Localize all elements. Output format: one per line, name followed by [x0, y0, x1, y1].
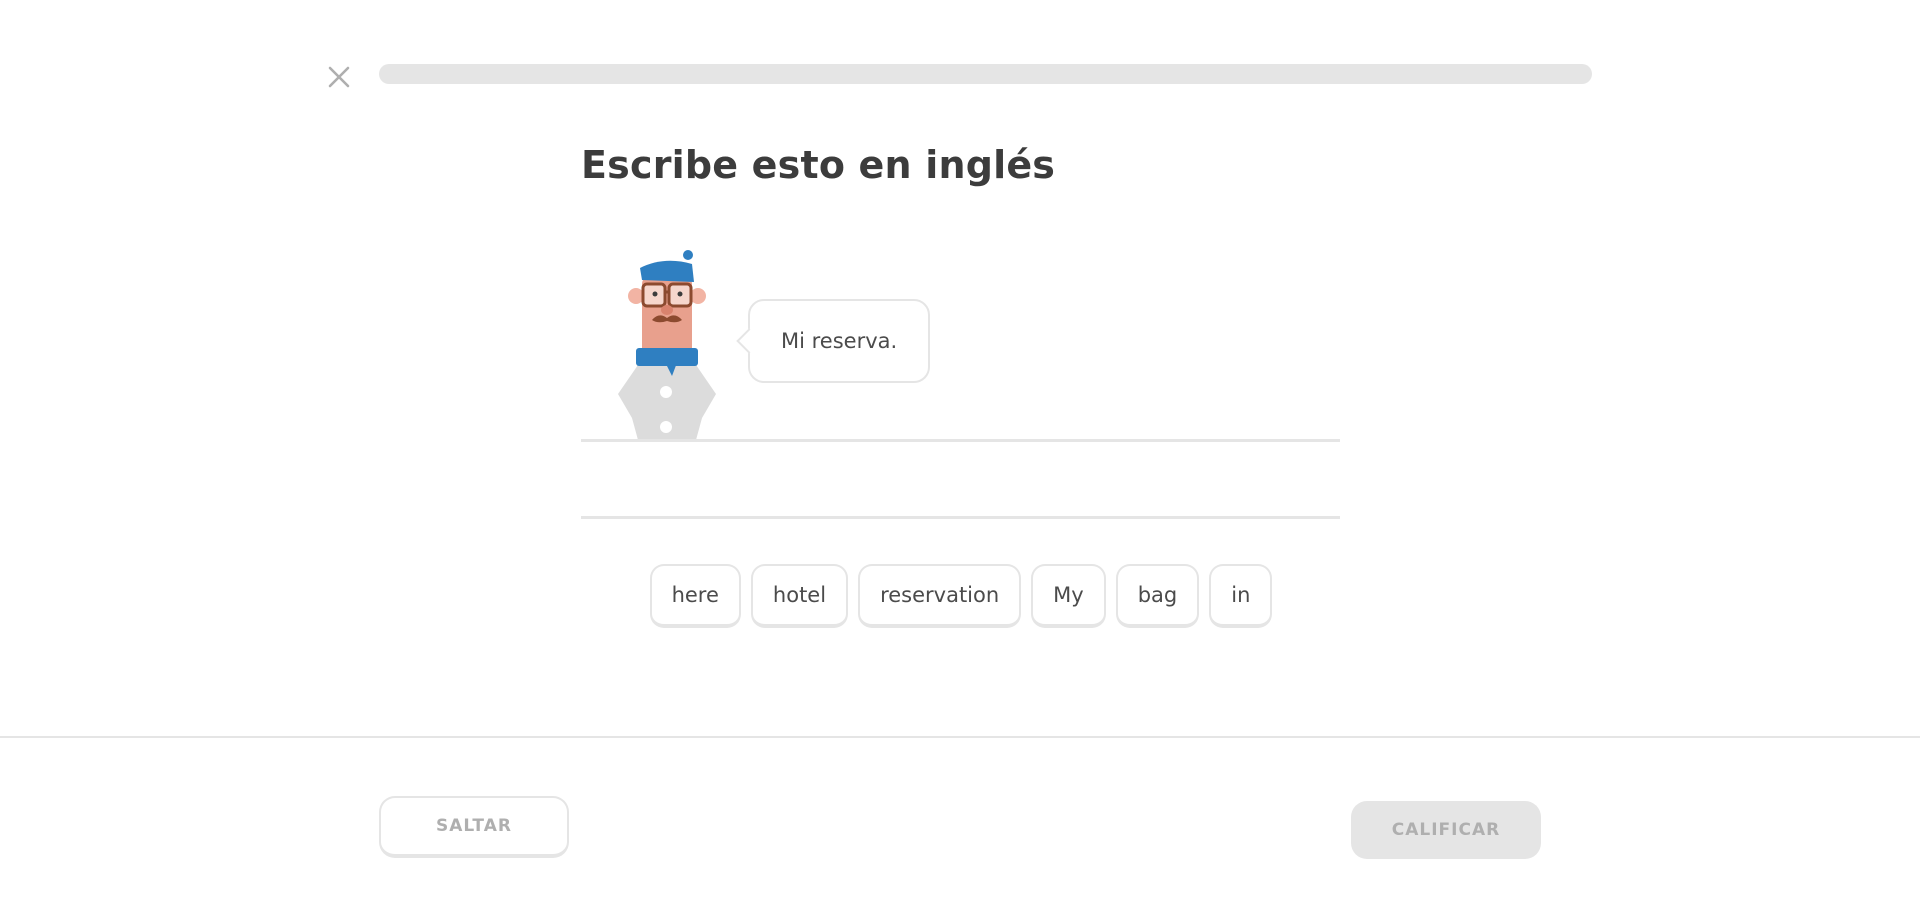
answer-area[interactable]	[581, 439, 1340, 519]
word-bank: here hotel reservation My bag in	[0, 564, 1920, 628]
footer-divider	[0, 736, 1920, 738]
close-button[interactable]	[324, 62, 354, 92]
character-beret-tip	[683, 250, 693, 260]
skip-button[interactable]: SALTAR	[379, 796, 569, 858]
answer-line	[581, 516, 1340, 519]
close-icon	[328, 66, 350, 88]
speech-bubble-tail	[736, 328, 762, 354]
word-tile[interactable]: reservation	[858, 564, 1022, 628]
speech-bubble: Mi reserva.	[736, 299, 931, 383]
word-tile[interactable]: in	[1209, 564, 1273, 628]
character-beret	[640, 260, 694, 282]
word-tile[interactable]: My	[1031, 564, 1106, 628]
prompt-sentence: Mi reserva.	[781, 329, 898, 353]
character-illustration	[612, 248, 722, 440]
lesson-progress-bar	[379, 64, 1592, 84]
character-button	[660, 421, 672, 433]
word-tile[interactable]: hotel	[750, 564, 849, 628]
character-button	[660, 386, 672, 398]
check-button[interactable]: CALIFICAR	[1351, 801, 1541, 859]
word-tile[interactable]: here	[649, 564, 741, 628]
word-tile[interactable]: bag	[1115, 564, 1200, 628]
challenge-title: Escribe esto en inglés	[581, 143, 1056, 187]
answer-line	[581, 439, 1340, 442]
